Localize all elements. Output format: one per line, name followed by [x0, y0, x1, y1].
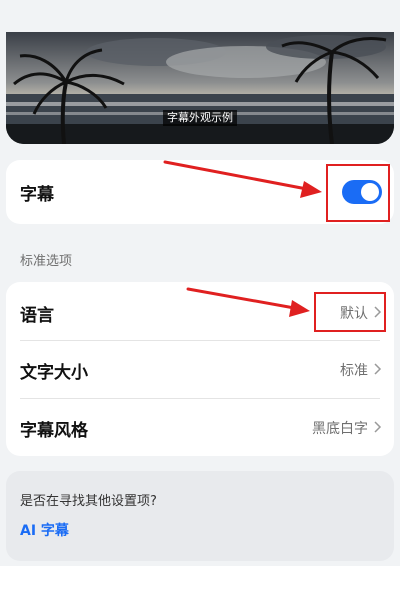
- subtitle-settings-screen: 字幕外观示例 字幕 标准选项 语言 默认 文字大小 标准 字幕风格 黑底白字 是…: [0, 0, 400, 600]
- annotation-arrows: [163, 160, 322, 317]
- annotation-arrow-toggle: [163, 160, 314, 192]
- annotation-arrow-language: [186, 287, 302, 311]
- arrowhead-language: [289, 300, 310, 317]
- arrowhead-toggle: [300, 181, 322, 198]
